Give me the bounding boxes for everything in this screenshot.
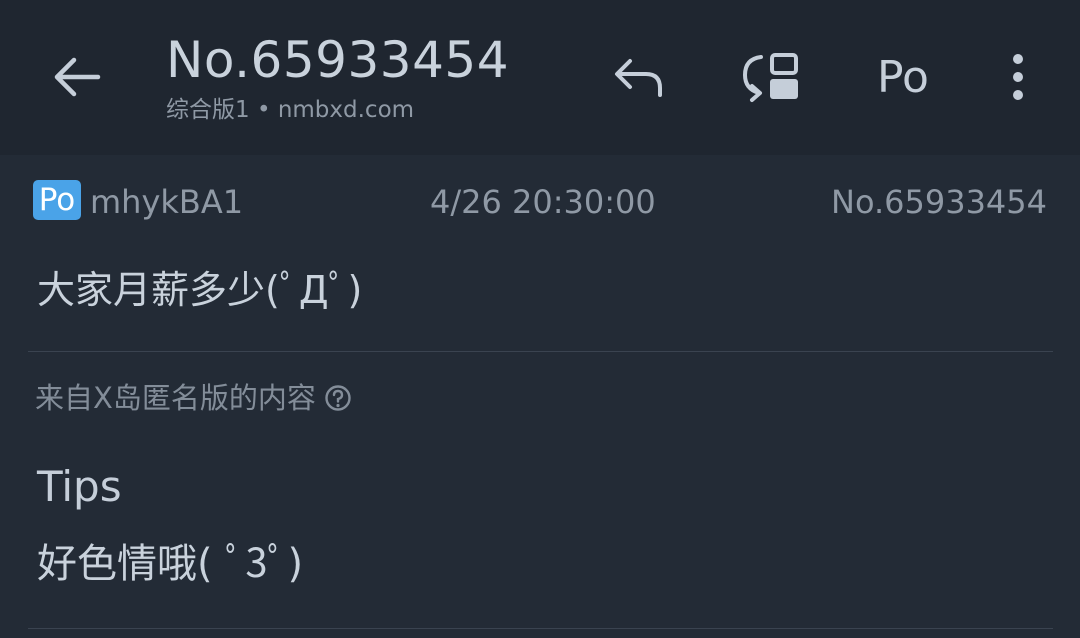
- post-time: 4/26 20:30:00: [430, 183, 656, 221]
- jump-page-icon: [742, 53, 798, 102]
- arrow-back-icon: [54, 57, 101, 97]
- po-badge: Po: [33, 180, 81, 220]
- more-menu-button[interactable]: [995, 45, 1041, 109]
- page-title: No.65933454: [166, 31, 509, 89]
- tips-text: 好色情哦( ﾟ3ﾟ): [37, 541, 304, 587]
- post-number[interactable]: No.65933454: [831, 182, 1047, 222]
- source-note-text: 来自X岛匿名版的内容: [35, 381, 316, 415]
- help-icon[interactable]: [324, 384, 352, 412]
- more-vert-icon: [1013, 54, 1023, 100]
- post-header: Po mhykBA1 4/26 20:30:00 No.65933454: [0, 180, 1080, 224]
- jump-page-button[interactable]: [734, 45, 806, 109]
- title-block: No.65933454 综合版1 • nmbxd.com: [166, 30, 509, 125]
- reply-button[interactable]: [606, 45, 672, 109]
- divider: [28, 351, 1053, 352]
- back-button[interactable]: [40, 45, 114, 109]
- post-user-id: mhykBA1: [90, 183, 244, 221]
- reply-icon: [615, 59, 662, 97]
- po-filter-button[interactable]: Po: [868, 45, 938, 109]
- divider: [28, 628, 1053, 629]
- page-subtitle: 综合版1 • nmbxd.com: [166, 97, 415, 123]
- tips-title: Tips: [37, 462, 122, 511]
- source-note: 来自X岛匿名版的内容: [35, 378, 352, 418]
- post-content: 大家月薪多少(ﾟДﾟ): [37, 268, 363, 312]
- app-bar: No.65933454 综合版1 • nmbxd.com Po: [0, 0, 1080, 155]
